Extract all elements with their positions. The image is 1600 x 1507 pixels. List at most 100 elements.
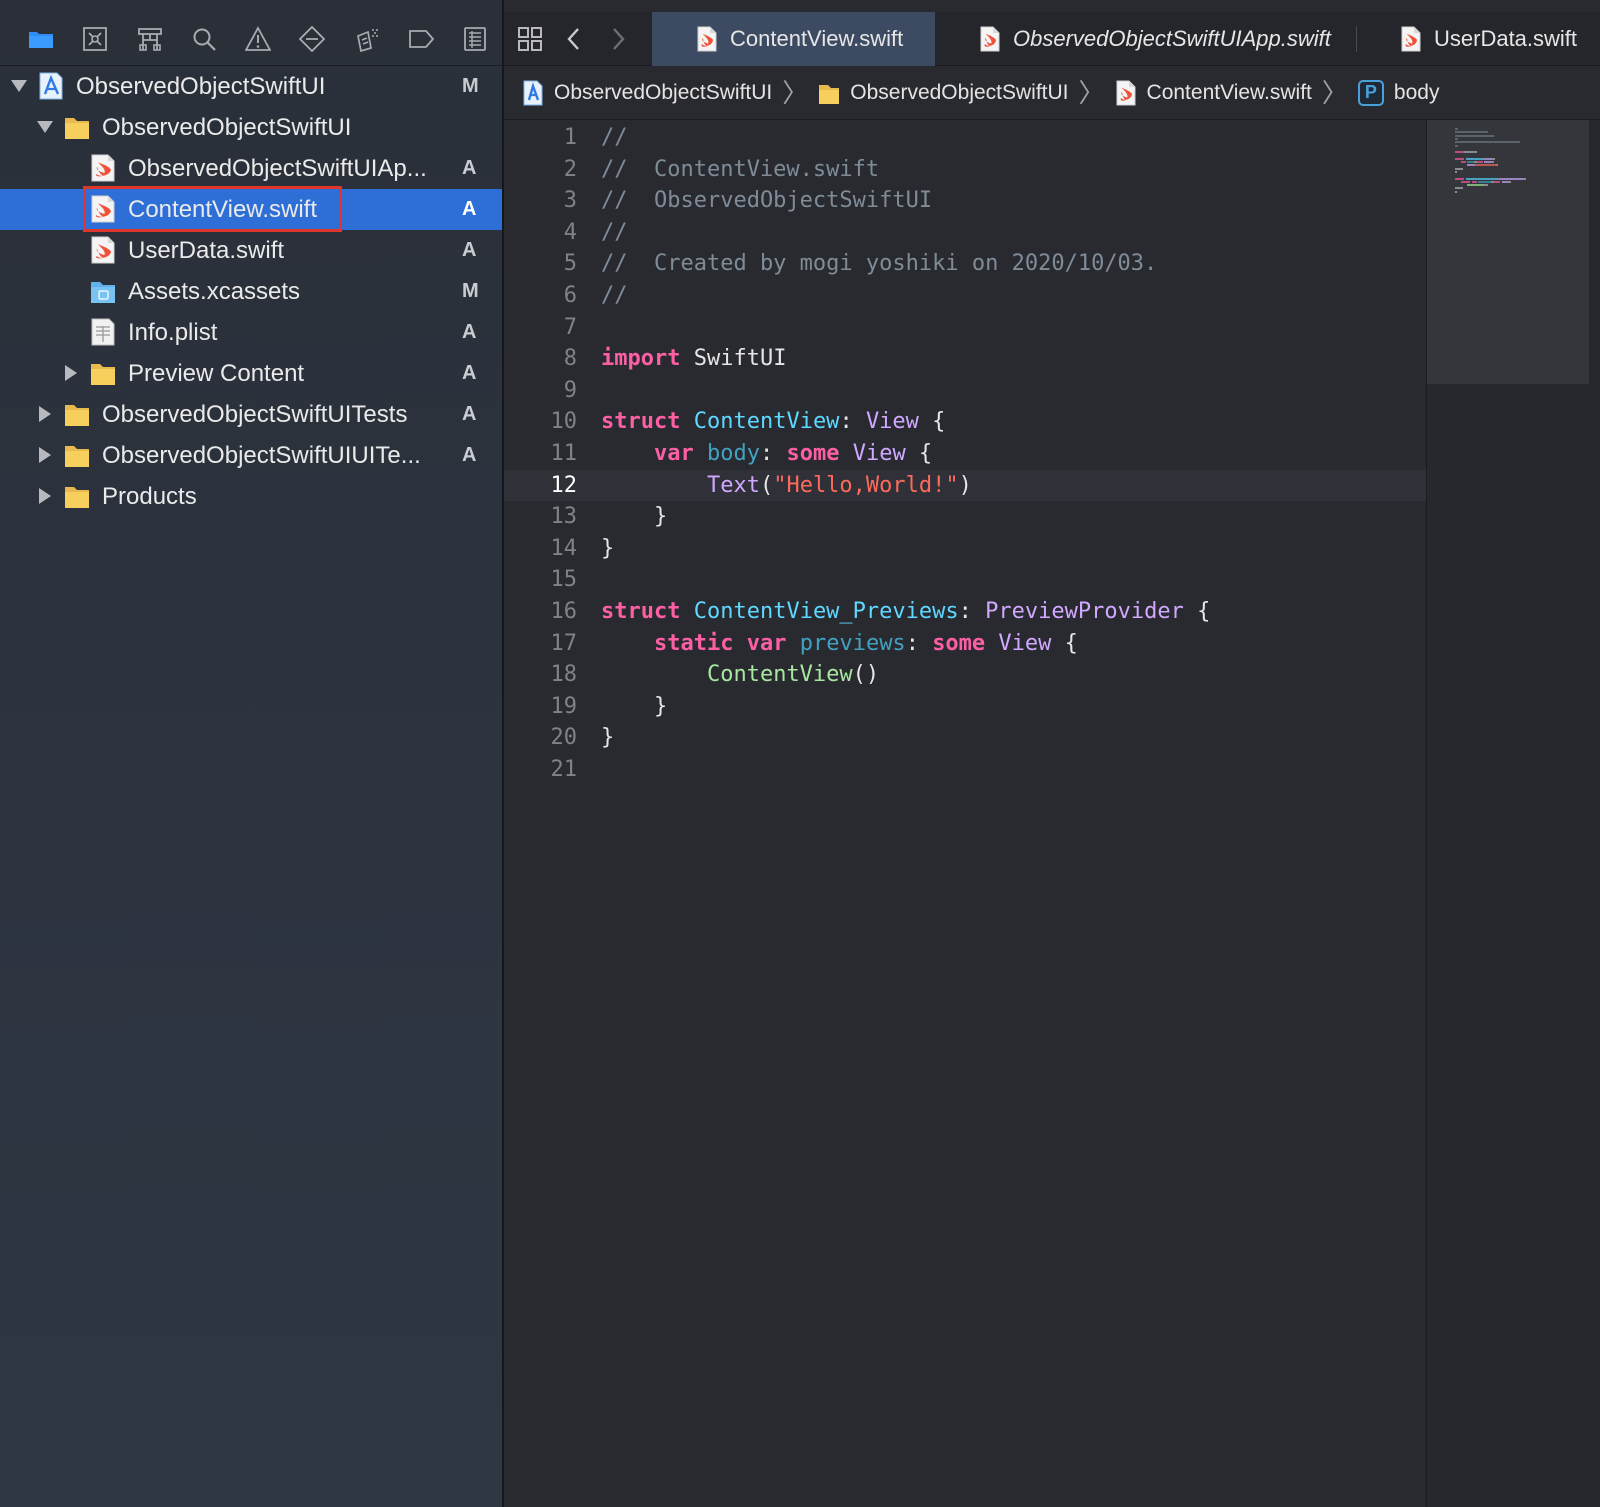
tree-file-row[interactable]: Assets.xcassets M <box>0 271 502 312</box>
tree-folder-row[interactable]: ObservedObjectSwiftUI <box>0 107 502 148</box>
code-line[interactable]: 16 struct ContentView_Previews: PreviewPr… <box>504 596 1426 628</box>
code-text: } <box>601 722 614 754</box>
tree-file-row[interactable]: UserData.swift A <box>0 230 502 271</box>
code-line[interactable]: 8 import SwiftUI <box>504 343 1426 375</box>
line-number: 17 <box>550 630 578 656</box>
source-editor[interactable]: 1 // 2 // ContentView.swift 3 // ObservedObje… <box>504 122 1426 1507</box>
code-line[interactable]: 19 } <box>504 691 1426 723</box>
code-line[interactable]: 18 ContentView() <box>504 659 1426 691</box>
code-line[interactable]: 5 // Created by mogi yoshiki on 2020/10/0… <box>504 248 1426 280</box>
minimap[interactable] <box>1426 120 1600 1507</box>
find-tab[interactable] <box>177 12 231 66</box>
line-number: 1 <box>563 125 577 150</box>
file-icon-wrapper <box>90 359 116 387</box>
file-icon-wrapper <box>64 113 90 141</box>
tree-folder-row[interactable]: Preview Content A <box>0 353 502 394</box>
tree-folder-row[interactable]: Products <box>0 476 502 517</box>
disclosure-triangle[interactable] <box>36 487 54 505</box>
find-icon <box>193 28 216 51</box>
debug-tab[interactable] <box>339 12 393 66</box>
file-icon-wrapper <box>90 154 116 182</box>
breadcrumb-item[interactable]: Pbody <box>1357 79 1440 106</box>
minimap-token <box>1484 184 1488 187</box>
minimap-viewport[interactable] <box>1427 120 1589 384</box>
code-text: // Created by mogi yoshiki on 2020/10/03… <box>601 248 1157 280</box>
code-text: ContentView() <box>601 659 879 691</box>
test-icon <box>299 25 326 52</box>
code-line[interactable]: 1 // <box>504 122 1426 154</box>
code-token: body <box>706 440 760 466</box>
code-token: // Created by mogi yoshiki on 2020/10/03… <box>601 251 1158 277</box>
minimap-token <box>1455 141 1521 144</box>
breadcrumb-item[interactable]: ObservedObjectSwiftUI <box>522 80 772 106</box>
disclosure-triangle[interactable] <box>36 405 54 423</box>
tree-file-row[interactable]: Info.plist A <box>0 312 502 353</box>
breadcrumb-item[interactable]: ContentView.swift <box>1115 80 1312 106</box>
folder-icon <box>65 118 89 139</box>
code-line[interactable]: 3 // ObservedObjectSwiftUI <box>504 185 1426 217</box>
minimap-token <box>1455 134 1494 137</box>
triangle-down-icon <box>37 121 53 133</box>
back-button[interactable] <box>552 12 596 66</box>
code-line[interactable]: 2 // ContentView.swift <box>504 154 1426 186</box>
source-control-status-badge: M <box>462 75 479 97</box>
code-token: previews <box>799 630 906 656</box>
code-line[interactable]: 13 } <box>504 501 1426 533</box>
source-control-tab[interactable] <box>68 12 122 66</box>
code-line[interactable]: 4 // <box>504 217 1426 249</box>
project-navigator-tab[interactable] <box>14 12 68 66</box>
forward-button[interactable] <box>596 12 640 66</box>
minimap-token <box>1507 180 1511 183</box>
code-token: some <box>932 630 986 656</box>
code-line[interactable]: 14} <box>504 533 1426 565</box>
code-token: var <box>653 440 694 466</box>
minimap-token <box>1461 180 1471 183</box>
property-icon: P <box>1357 79 1384 106</box>
plist-file-icon <box>91 318 115 346</box>
tree-folder-row[interactable]: ObservedObjectSwiftUIUITe... A <box>0 435 502 476</box>
disclosure-triangle[interactable] <box>36 446 54 464</box>
tree-file-row[interactable]: ObservedObjectSwiftUIAp... A <box>0 148 502 189</box>
editor-tab[interactable]: ObservedObjectSwiftUIApp.swift <box>935 12 1360 66</box>
code-text: // ContentView.swift <box>601 154 879 186</box>
breadcrumb-item[interactable]: ObservedObjectSwiftUI <box>818 80 1069 106</box>
code-line[interactable]: 21 <box>504 754 1426 786</box>
code-line[interactable]: 20} <box>504 722 1426 754</box>
navigator-toolbar <box>0 12 502 66</box>
minimap-token <box>1478 180 1491 183</box>
tree-file-row[interactable]: ContentView.swift A <box>0 186 502 232</box>
test-tab[interactable] <box>285 12 339 66</box>
code-line[interactable]: 10 struct ContentView: View { <box>504 406 1426 438</box>
source-control-status-badge: A <box>462 444 477 466</box>
code-line[interactable]: 11 var body: some View { <box>504 438 1426 470</box>
tree-project-row[interactable]: ObservedObjectSwiftUI M <box>0 66 502 107</box>
code-line[interactable]: 9 <box>504 375 1426 407</box>
line-number: 19 <box>550 693 578 719</box>
code-token: PreviewProvider <box>985 598 1184 624</box>
source-control-status-badge: A <box>462 403 477 425</box>
minimap-token <box>1496 164 1499 167</box>
code-line[interactable]: 6 // <box>504 280 1426 312</box>
breadcrumb-label: body <box>1393 80 1440 104</box>
breakpoint-tab[interactable] <box>394 12 448 66</box>
code-token: { <box>918 409 946 435</box>
disclosure-triangle[interactable] <box>10 77 28 95</box>
symbol-navigator-tab[interactable] <box>122 12 176 66</box>
disclosure-triangle[interactable] <box>36 118 54 136</box>
code-token: import <box>601 346 681 372</box>
related-items-button[interactable] <box>508 12 552 66</box>
report-tab[interactable] <box>448 12 502 66</box>
code-line[interactable]: 15 <box>504 564 1426 596</box>
line-number: 21 <box>550 756 578 782</box>
code-token: // ContentView.swift <box>601 156 880 182</box>
code-line[interactable]: 17 static var previews: some View { <box>504 628 1426 660</box>
issue-tab[interactable] <box>231 12 285 66</box>
editor-tab[interactable]: UserData.swift <box>1360 12 1600 66</box>
code-line[interactable]: 7 <box>504 312 1426 344</box>
tree-folder-row[interactable]: ObservedObjectSwiftUITests A <box>0 394 502 435</box>
code-line[interactable]: 12 Text("Hello,World!") <box>504 469 1426 502</box>
minimap-token <box>1465 157 1483 160</box>
disclosure-triangle[interactable] <box>62 364 80 382</box>
editor-tab[interactable]: ContentView.swift <box>652 12 935 66</box>
code-text: import SwiftUI <box>601 343 786 375</box>
